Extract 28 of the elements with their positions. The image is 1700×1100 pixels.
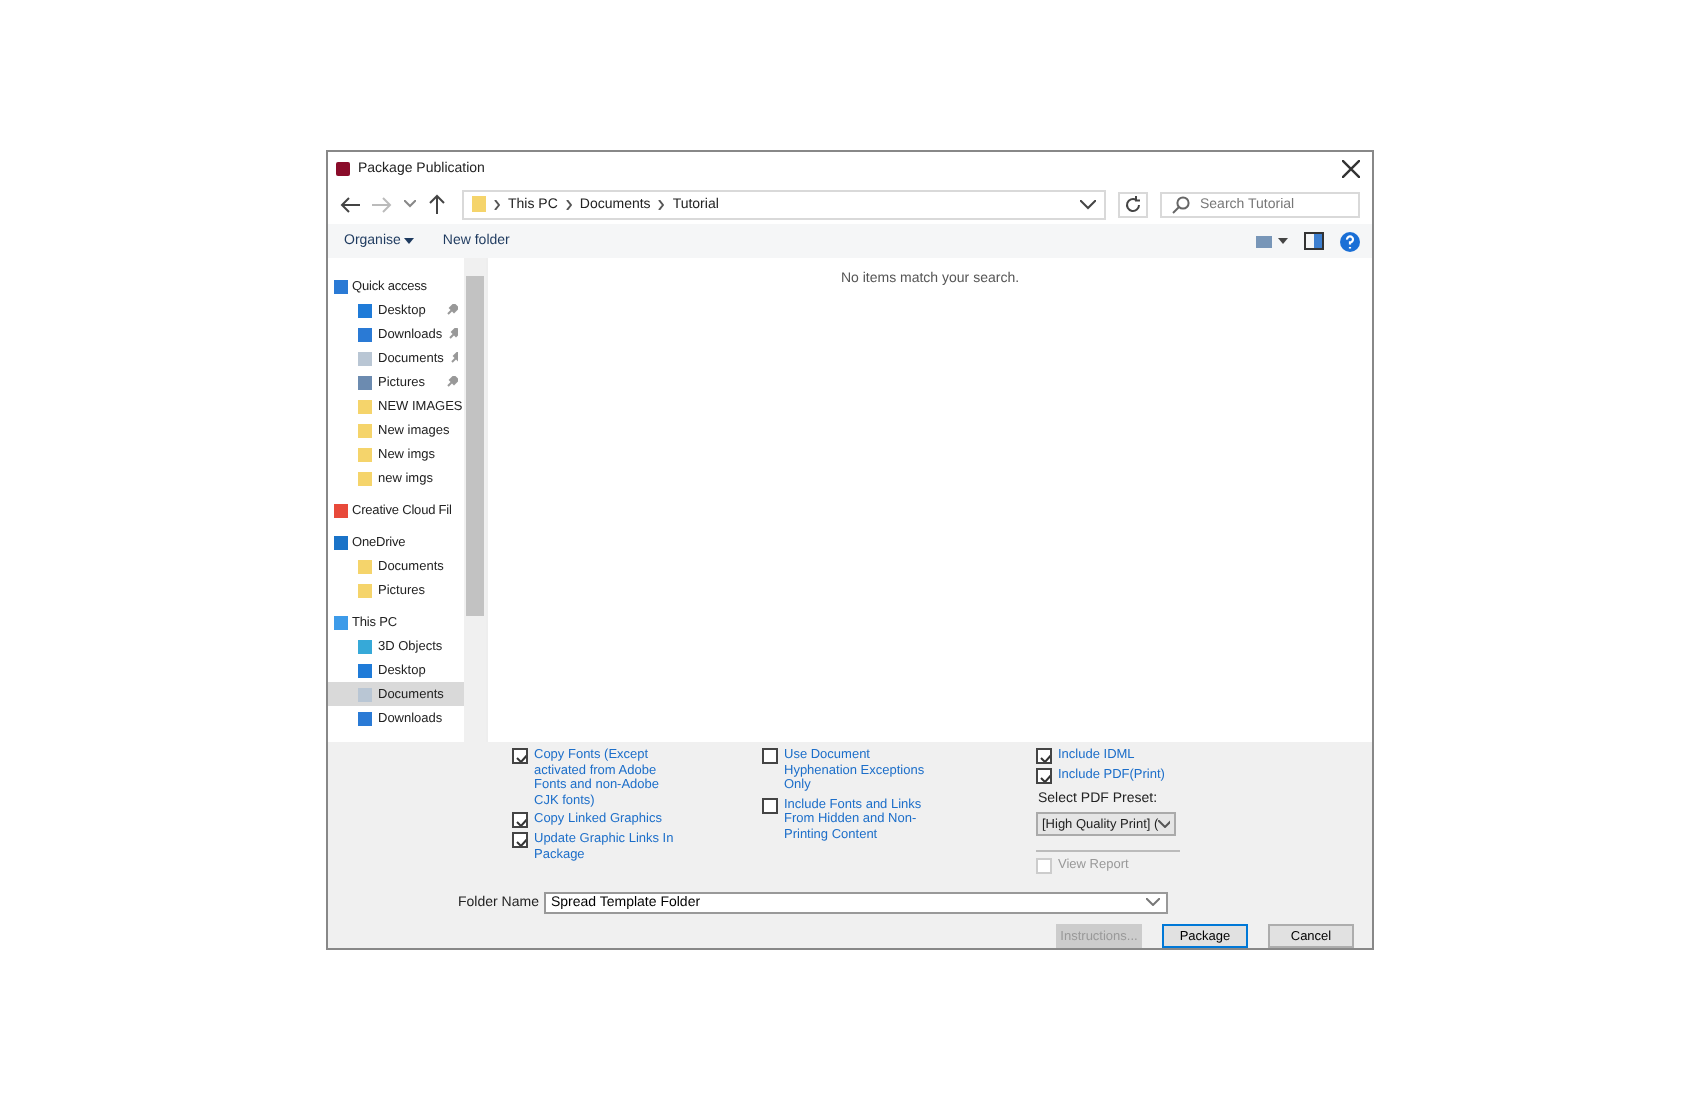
close-icon[interactable] [1342,159,1360,177]
checkbox[interactable] [512,812,528,829]
refresh-button[interactable] [1118,191,1148,217]
up-arrow-icon[interactable] [428,194,446,214]
chevron-down-icon[interactable] [1080,199,1096,209]
caret-icon[interactable] [404,238,415,244]
search-icon [1172,195,1190,213]
checkbox[interactable] [512,832,528,849]
checkbox[interactable] [762,748,778,764]
checkbox[interactable] [1036,748,1052,764]
view-options-icon[interactable] [1256,233,1288,249]
refresh-icon [1124,195,1142,213]
dropdown-caret-icon[interactable] [404,200,416,208]
chevron-right-icon [565,199,572,209]
preview-pane-icon[interactable] [1304,232,1324,250]
checkbox[interactable] [512,748,528,764]
checkbox[interactable] [762,797,778,814]
chevron-right-icon [658,199,665,209]
chevron-down-icon[interactable] [1146,898,1161,906]
chevron-right-icon [494,199,500,209]
folder-icon [472,196,486,212]
sidebar-item-icon [334,503,348,517]
help-icon[interactable] [1340,231,1360,251]
app-icon [336,161,350,175]
checkbox[interactable] [1036,768,1052,784]
scrollbar[interactable] [464,258,486,742]
chevron-down-icon [1158,820,1170,828]
back-arrow-icon[interactable] [340,195,360,213]
